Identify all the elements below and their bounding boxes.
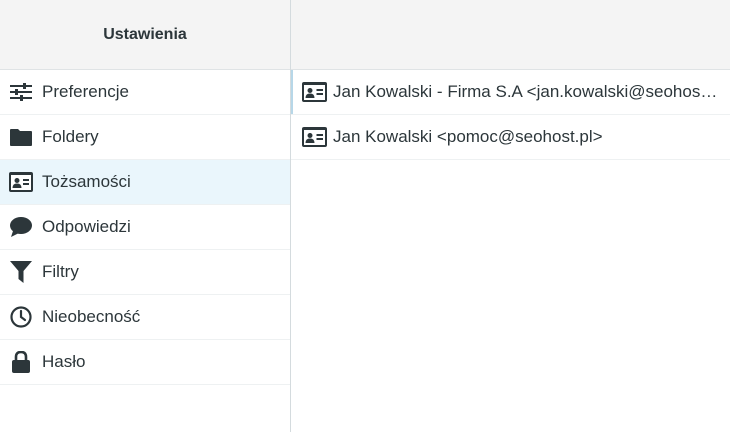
identity-label: Jan Kowalski - Firma S.A <jan.kowalski@s… xyxy=(333,82,730,101)
content-header xyxy=(291,0,730,70)
identity-row[interactable]: Jan Kowalski <pomoc@seohost.pl> xyxy=(291,115,730,160)
sidebar-item-label: Foldery xyxy=(42,127,99,146)
sliders-icon xyxy=(9,80,33,104)
sidebar-item-label: Hasło xyxy=(42,352,86,371)
sidebar-title: Ustawienia xyxy=(0,0,290,70)
speech-bubble-icon xyxy=(9,215,33,239)
filter-icon xyxy=(9,260,33,284)
id-card-icon xyxy=(9,170,33,194)
id-card-icon xyxy=(302,126,328,148)
sidebar-item-password[interactable]: Hasło xyxy=(0,340,290,385)
sidebar-item-vacation[interactable]: Nieobecność xyxy=(0,295,290,340)
settings-nav: Preferencje Foldery Tożsamości Odpowiedz… xyxy=(0,70,290,385)
sidebar-item-label: Preferencje xyxy=(42,82,129,101)
sidebar-item-label: Filtry xyxy=(42,262,79,281)
identity-row[interactable]: Jan Kowalski - Firma S.A <jan.kowalski@s… xyxy=(291,70,730,115)
identities-panel: Jan Kowalski - Firma S.A <jan.kowalski@s… xyxy=(291,0,730,432)
sidebar-item-folders[interactable]: Foldery xyxy=(0,115,290,160)
settings-window: Ustawienia Preferencje Foldery Tożsamośc… xyxy=(0,0,730,432)
sidebar-item-label: Tożsamości xyxy=(42,172,131,191)
identity-label: Jan Kowalski <pomoc@seohost.pl> xyxy=(333,127,603,146)
sidebar-item-identities[interactable]: Tożsamości xyxy=(0,160,290,205)
id-card-icon xyxy=(302,81,328,103)
clock-icon xyxy=(9,305,33,329)
sidebar-item-label: Odpowiedzi xyxy=(42,217,131,236)
lock-icon xyxy=(9,350,33,374)
settings-sidebar: Ustawienia Preferencje Foldery Tożsamośc… xyxy=(0,0,291,432)
sidebar-item-responses[interactable]: Odpowiedzi xyxy=(0,205,290,250)
sidebar-item-label: Nieobecność xyxy=(42,307,141,326)
folder-icon xyxy=(9,125,33,149)
identities-list: Jan Kowalski - Firma S.A <jan.kowalski@s… xyxy=(291,70,730,160)
sidebar-item-preferences[interactable]: Preferencje xyxy=(0,70,290,115)
sidebar-item-filters[interactable]: Filtry xyxy=(0,250,290,295)
